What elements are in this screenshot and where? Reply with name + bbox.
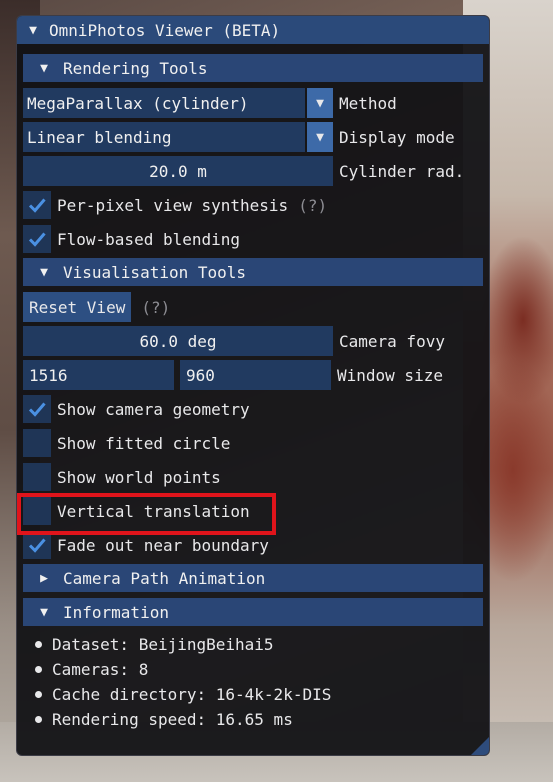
reset-view-button[interactable]: Reset View <box>23 292 132 322</box>
checkmark-icon <box>28 198 46 213</box>
information-label: Information <box>63 602 169 622</box>
camera-fovy-row: 60.0 deg Camera fovy <box>23 326 483 356</box>
camera-path-animation-header[interactable]: ▶ Camera Path Animation <box>23 564 483 592</box>
show-world-points-label: Show world points <box>57 467 221 487</box>
list-item: Cache directory: 16-4k-2k-DIS <box>23 682 483 707</box>
visualisation-tools-label: Visualisation Tools <box>63 262 247 282</box>
camera-path-animation-label: Camera Path Animation <box>63 568 266 588</box>
show-fitted-circle-label: Show fitted circle <box>57 433 231 453</box>
visualisation-tools-header[interactable]: ▼ Visualisation Tools <box>23 258 483 286</box>
checkmark-icon <box>28 402 46 417</box>
flow-blending-checkbox[interactable] <box>23 225 51 253</box>
list-item: Cameras: 8 <box>23 657 483 682</box>
show-camera-geometry-label: Show camera geometry <box>57 399 250 419</box>
camera-fovy-label: Camera fovy <box>339 331 445 351</box>
reset-view-help[interactable]: (?) <box>141 298 170 317</box>
vertical-translation-row: Vertical translation <box>23 496 483 526</box>
method-row: MegaParallax (cylinder) ▼ Method <box>23 88 483 118</box>
rendering-tools-label: Rendering Tools <box>63 58 208 78</box>
bullet-icon <box>35 666 42 673</box>
method-label: Method <box>339 93 397 113</box>
expand-down-arrow-icon: ▼ <box>40 264 48 280</box>
bullet-icon <box>35 716 42 723</box>
window-title: OmniPhotos Viewer (BETA) <box>49 20 281 40</box>
cylinder-radius-label: Cylinder rad. <box>339 161 465 181</box>
fade-out-boundary-row: Fade out near boundary <box>23 530 483 560</box>
window-height-input[interactable]: 960 <box>180 360 331 390</box>
expand-right-arrow-icon: ▶ <box>40 570 48 586</box>
flow-blending-row: Flow-based blending <box>23 224 483 254</box>
per-pixel-row: Per-pixel view synthesis (?) <box>23 190 483 220</box>
per-pixel-help[interactable]: (?) <box>298 196 327 215</box>
camera-fovy-slider[interactable]: 60.0 deg <box>23 326 333 356</box>
checkmark-icon <box>28 232 46 247</box>
show-world-points-checkbox[interactable] <box>23 463 51 491</box>
information-header[interactable]: ▼ Information <box>23 598 483 626</box>
show-camera-geometry-checkbox[interactable] <box>23 395 51 423</box>
list-item: Rendering speed: 16.65 ms <box>23 707 483 732</box>
reset-view-row: Reset View (?) <box>23 292 483 322</box>
vertical-translation-label: Vertical translation <box>57 501 250 521</box>
show-world-points-row: Show world points <box>23 462 483 492</box>
display-mode-label: Display mode <box>339 127 455 147</box>
bullet-icon <box>35 641 42 648</box>
flow-blending-label: Flow-based blending <box>57 229 241 249</box>
display-mode-dropdown-icon[interactable]: ▼ <box>307 122 333 152</box>
window-size-row: 1516 960 Window size <box>23 360 483 390</box>
fade-out-boundary-label: Fade out near boundary <box>57 535 269 555</box>
method-dropdown-icon[interactable]: ▼ <box>307 88 333 118</box>
collapse-arrow-icon[interactable]: ▼ <box>25 23 41 38</box>
rendering-tools-header[interactable]: ▼ Rendering Tools <box>23 54 483 82</box>
per-pixel-checkbox[interactable] <box>23 191 51 219</box>
vertical-translation-checkbox[interactable] <box>23 497 51 525</box>
cylinder-radius-slider[interactable]: 20.0 m <box>23 156 333 186</box>
expand-down-arrow-icon: ▼ <box>40 604 48 620</box>
display-mode-row: Linear blending ▼ Display mode <box>23 122 483 152</box>
checkmark-icon <box>28 538 46 553</box>
fade-out-boundary-checkbox[interactable] <box>23 531 51 559</box>
window-size-label: Window size <box>337 365 443 385</box>
display-mode-combo[interactable]: Linear blending <box>23 122 305 152</box>
information-list: Dataset: BeijingBeihai5 Cameras: 8 Cache… <box>23 632 483 732</box>
per-pixel-label: Per-pixel view synthesis <box>57 195 289 215</box>
resize-grip[interactable] <box>471 737 489 755</box>
cylinder-radius-row: 20.0 m Cylinder rad. <box>23 156 483 186</box>
show-fitted-circle-row: Show fitted circle <box>23 428 483 458</box>
bullet-icon <box>35 691 42 698</box>
viewer-window: ▼ OmniPhotos Viewer (BETA) ▼ Rendering T… <box>16 15 490 756</box>
expand-down-arrow-icon: ▼ <box>40 60 48 76</box>
method-combo[interactable]: MegaParallax (cylinder) <box>23 88 305 118</box>
window-titlebar[interactable]: ▼ OmniPhotos Viewer (BETA) <box>17 16 489 44</box>
show-camera-geometry-row: Show camera geometry <box>23 394 483 424</box>
list-item: Dataset: BeijingBeihai5 <box>23 632 483 657</box>
show-fitted-circle-checkbox[interactable] <box>23 429 51 457</box>
window-width-input[interactable]: 1516 <box>23 360 174 390</box>
